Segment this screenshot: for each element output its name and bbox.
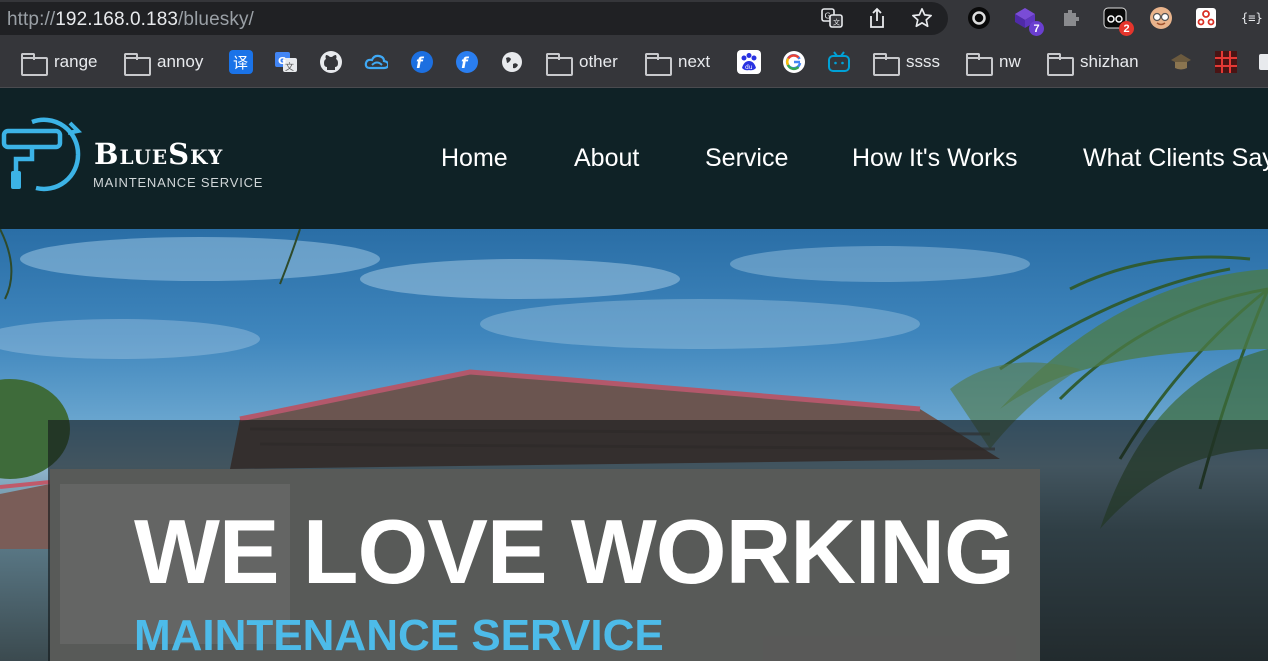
translate-page-icon[interactable]: G文 bbox=[820, 6, 844, 30]
hero-subtitle: MAINTENANCE SERVICE bbox=[134, 611, 664, 660]
browser-toolbar: http://192.168.0.183/bluesky/ G文 7 2 {≡} bbox=[0, 0, 1268, 37]
nav-service[interactable]: Service bbox=[705, 144, 788, 173]
logo-tagline: MAINTENANCE SERVICE bbox=[93, 175, 264, 190]
face-extension-icon[interactable] bbox=[1148, 5, 1174, 31]
puzzle-extension-icon[interactable] bbox=[1057, 5, 1083, 31]
folder-icon bbox=[966, 52, 993, 76]
bookmark-folder-other[interactable]: other bbox=[546, 49, 618, 76]
bilibili-icon[interactable] bbox=[827, 50, 851, 74]
svg-text:G: G bbox=[825, 12, 831, 21]
bookmark-folder-next[interactable]: next bbox=[645, 49, 710, 76]
bookmark-folder-range[interactable]: range bbox=[21, 49, 97, 76]
nav-how-it-works[interactable]: How It's Works bbox=[852, 144, 1017, 173]
cloud-icon[interactable] bbox=[364, 50, 388, 74]
circle-extension-icon[interactable] bbox=[966, 5, 992, 31]
site-header: BlueSky MAINTENANCE SERVICE Home About S… bbox=[0, 89, 1268, 229]
folder-icon bbox=[873, 52, 900, 76]
google-icon[interactable] bbox=[782, 50, 806, 74]
bookmark-star-icon[interactable] bbox=[910, 6, 934, 30]
address-bar[interactable]: http://192.168.0.183/bluesky/ bbox=[0, 2, 948, 35]
hat-icon[interactable] bbox=[1169, 50, 1193, 74]
folder-icon bbox=[21, 52, 48, 76]
bookmarks-bar: range annoy other next ssss nw shizhan 译… bbox=[0, 37, 1268, 88]
nav-what-clients-say[interactable]: What Clients Say bbox=[1083, 144, 1268, 173]
folder-icon bbox=[1047, 52, 1074, 76]
github-icon[interactable] bbox=[319, 50, 343, 74]
hero-banner: WE LOVE WORKING MAINTENANCE SERVICE bbox=[0, 229, 1268, 661]
red-network-extension-icon[interactable] bbox=[1193, 5, 1219, 31]
baidu-icon[interactable]: du bbox=[737, 50, 761, 74]
purple-extension-badge: 7 bbox=[1029, 21, 1044, 36]
overflow-bookmark-icon[interactable] bbox=[1258, 50, 1268, 74]
svg-text:译: 译 bbox=[233, 54, 248, 71]
bookmark-folder-shizhan[interactable]: shizhan bbox=[1047, 49, 1139, 76]
f-blue-icon-2[interactable]: f bbox=[455, 50, 479, 74]
svg-text:{≡}: {≡} bbox=[1241, 11, 1263, 25]
bookmark-folder-nw[interactable]: nw bbox=[966, 49, 1021, 76]
camera-extension-badge: 2 bbox=[1119, 21, 1134, 36]
google-translate-icon[interactable]: G文 bbox=[274, 50, 298, 74]
paint-roller-logo-icon[interactable] bbox=[0, 117, 84, 193]
bookmark-folder-annoy[interactable]: annoy bbox=[124, 49, 203, 76]
svg-text:文: 文 bbox=[285, 61, 294, 73]
hero-title: WE LOVE WORKING bbox=[134, 502, 1015, 603]
folder-icon bbox=[645, 52, 672, 76]
translate-icon[interactable]: 译 bbox=[229, 50, 253, 74]
logo-name[interactable]: BlueSky bbox=[94, 137, 223, 171]
bookmark-folder-ssss[interactable]: ssss bbox=[873, 49, 940, 76]
svg-text:文: 文 bbox=[833, 18, 840, 27]
svg-text:du: du bbox=[745, 64, 753, 71]
nav-about[interactable]: About bbox=[574, 144, 639, 173]
json-extension-icon[interactable]: {≡} bbox=[1237, 5, 1267, 31]
folder-icon bbox=[124, 52, 151, 76]
share-icon[interactable] bbox=[865, 6, 889, 30]
folder-icon bbox=[546, 52, 573, 76]
globe-icon[interactable] bbox=[500, 50, 524, 74]
f-blue-icon[interactable]: f bbox=[410, 50, 434, 74]
nav-home[interactable]: Home bbox=[441, 144, 508, 173]
grid-red-icon[interactable] bbox=[1214, 50, 1238, 74]
purple-extension-icon[interactable]: 7 bbox=[1012, 5, 1044, 36]
address-text[interactable]: http://192.168.0.183/bluesky/ bbox=[7, 9, 254, 31]
camera-extension-icon[interactable]: 2 bbox=[1102, 5, 1134, 36]
